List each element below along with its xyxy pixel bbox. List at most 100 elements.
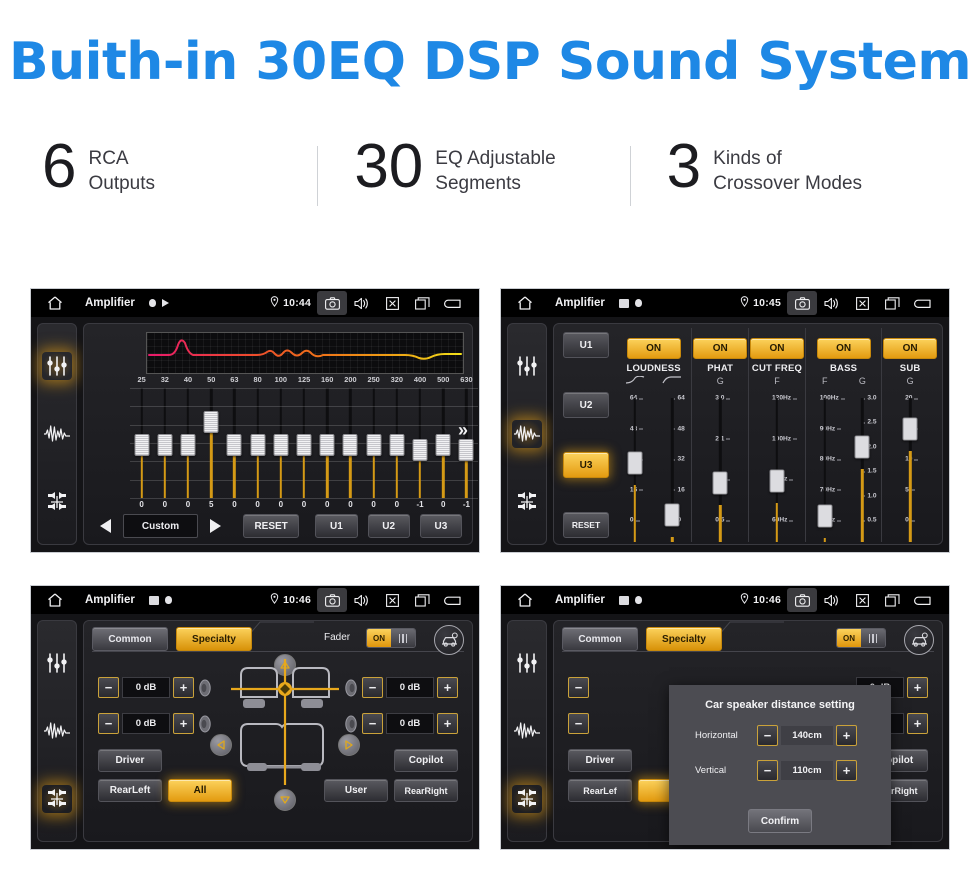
slider-handle[interactable] bbox=[412, 438, 428, 461]
gain-plus-button[interactable]: + bbox=[173, 677, 194, 698]
gain-minus-button[interactable]: − bbox=[98, 677, 119, 698]
gain-plus-button[interactable]: + bbox=[437, 677, 458, 698]
slider-handle[interactable] bbox=[157, 434, 173, 457]
eq-slider[interactable] bbox=[246, 388, 270, 499]
tab-specialty[interactable]: Specialty bbox=[176, 627, 252, 651]
slider-handle[interactable] bbox=[250, 434, 266, 457]
home-icon[interactable] bbox=[47, 296, 63, 310]
position-rearleft-button[interactable]: RearLef bbox=[568, 779, 632, 802]
position-rearleft-button[interactable]: RearLeft bbox=[98, 779, 162, 802]
eq-slider[interactable] bbox=[362, 388, 386, 499]
vertical-minus-button[interactable]: − bbox=[757, 760, 778, 781]
preset-prev-button[interactable] bbox=[94, 516, 117, 536]
slider-handle[interactable] bbox=[366, 434, 382, 457]
recents-icon[interactable] bbox=[407, 291, 437, 315]
arrow-right-icon[interactable] bbox=[338, 734, 360, 756]
tab-common[interactable]: Common bbox=[92, 627, 168, 651]
close-box-icon[interactable] bbox=[377, 291, 407, 315]
equalizer-sliders-icon[interactable] bbox=[512, 352, 542, 380]
preset-next-button[interactable] bbox=[204, 516, 227, 536]
gain-minus-button[interactable]: − bbox=[568, 677, 589, 698]
eq-slider[interactable] bbox=[338, 388, 363, 499]
arrow-down-icon[interactable] bbox=[274, 789, 296, 811]
reset-button[interactable]: RESET bbox=[563, 512, 609, 538]
eq-slider[interactable] bbox=[153, 388, 177, 499]
tab-specialty[interactable]: Specialty bbox=[646, 627, 722, 651]
toggle-sub-button[interactable]: ON bbox=[883, 338, 938, 359]
back-arrow-icon[interactable] bbox=[907, 588, 937, 612]
close-box-icon[interactable] bbox=[847, 588, 877, 612]
horizontal-plus-button[interactable]: + bbox=[836, 725, 857, 746]
recents-icon[interactable] bbox=[877, 291, 907, 315]
volume-icon[interactable] bbox=[817, 588, 847, 612]
tab-common[interactable]: Common bbox=[562, 627, 638, 651]
position-copilot-button[interactable]: Copilot bbox=[394, 749, 458, 772]
crossover-slider[interactable]: G3.02.11.30.5 bbox=[706, 376, 734, 542]
gain-minus-button[interactable]: − bbox=[98, 713, 119, 734]
slider-handle[interactable] bbox=[296, 434, 312, 457]
crossover-slider[interactable]: G20151050 bbox=[896, 376, 924, 542]
eq-slider[interactable] bbox=[315, 388, 339, 499]
slider-handle[interactable] bbox=[389, 434, 405, 457]
gain-minus-button[interactable]: − bbox=[362, 713, 383, 734]
camera-icon[interactable] bbox=[787, 588, 817, 612]
crossover-slider[interactable]: F120Hz100Hz80Hz60Hz bbox=[763, 376, 798, 542]
slider-handle[interactable] bbox=[769, 469, 785, 493]
waveform-icon[interactable] bbox=[512, 420, 542, 448]
volume-icon[interactable] bbox=[347, 588, 377, 612]
slider-handle[interactable] bbox=[627, 451, 643, 475]
preset-u3-button[interactable]: U3 bbox=[419, 514, 462, 538]
slider-handle[interactable] bbox=[226, 434, 242, 457]
gain-plus-button[interactable]: + bbox=[907, 677, 928, 698]
slider-handle[interactable] bbox=[435, 434, 451, 457]
eq-slider[interactable] bbox=[292, 388, 316, 499]
crossover-slider[interactable]: F100Hz90Hz80Hz70Hz60Hz bbox=[806, 376, 845, 542]
car-settings-icon[interactable] bbox=[904, 625, 934, 655]
crossover-slider[interactable]: G 3.0 2.5 2.0 1.5 1.0 0.5 bbox=[844, 376, 882, 542]
car-settings-icon[interactable] bbox=[434, 625, 464, 655]
back-arrow-icon[interactable] bbox=[437, 588, 467, 612]
double-chevron-right-icon[interactable]: » bbox=[458, 420, 468, 441]
eq-slider[interactable] bbox=[176, 388, 200, 499]
toggle-phat-button[interactable]: ON bbox=[693, 338, 748, 359]
position-driver-button[interactable]: Driver bbox=[568, 749, 632, 772]
preset-u1-button[interactable]: U1 bbox=[315, 514, 358, 538]
preset-u1-button[interactable]: U1 bbox=[563, 332, 609, 358]
balance-fader-icon[interactable] bbox=[42, 488, 72, 516]
equalizer-sliders-icon[interactable] bbox=[512, 649, 542, 677]
preset-u3-button[interactable]: U3 bbox=[563, 452, 609, 478]
gain-plus-button[interactable]: + bbox=[437, 713, 458, 734]
position-all-button[interactable]: All bbox=[168, 779, 232, 802]
camera-icon[interactable] bbox=[317, 588, 347, 612]
eq-slider[interactable] bbox=[408, 388, 432, 499]
back-arrow-icon[interactable] bbox=[437, 291, 467, 315]
equalizer-sliders-icon[interactable] bbox=[42, 649, 72, 677]
toggle-loudness-button[interactable]: ON bbox=[626, 338, 681, 359]
arrow-left-icon[interactable] bbox=[210, 734, 232, 756]
slider-handle[interactable] bbox=[664, 503, 680, 527]
back-arrow-icon[interactable] bbox=[907, 291, 937, 315]
position-user-button[interactable]: User bbox=[324, 779, 388, 802]
crossover-slider[interactable]: 644832160 bbox=[616, 375, 654, 542]
preset-u2-button[interactable]: U2 bbox=[563, 392, 609, 418]
eq-slider[interactable] bbox=[431, 388, 455, 499]
eq-slider[interactable] bbox=[199, 388, 223, 499]
balance-fader-icon[interactable] bbox=[42, 785, 72, 813]
fader-toggle[interactable]: ON bbox=[366, 628, 416, 648]
slider-handle[interactable] bbox=[180, 434, 196, 457]
home-icon[interactable] bbox=[517, 296, 533, 310]
recents-icon[interactable] bbox=[407, 588, 437, 612]
camera-icon[interactable] bbox=[317, 291, 347, 315]
position-rearright-button[interactable]: RearRight bbox=[394, 779, 458, 802]
slider-handle[interactable] bbox=[319, 434, 335, 457]
slider-handle[interactable] bbox=[458, 438, 474, 461]
balance-fader-icon[interactable] bbox=[512, 785, 542, 813]
slider-handle[interactable] bbox=[817, 504, 833, 528]
gain-minus-button[interactable]: − bbox=[362, 677, 383, 698]
horizontal-minus-button[interactable]: − bbox=[757, 725, 778, 746]
preset-u2-button[interactable]: U2 bbox=[367, 514, 410, 538]
eq-slider[interactable] bbox=[269, 388, 293, 499]
equalizer-sliders-icon[interactable] bbox=[42, 352, 72, 380]
gain-plus-button[interactable]: + bbox=[907, 713, 928, 734]
position-driver-button[interactable]: Driver bbox=[98, 749, 162, 772]
